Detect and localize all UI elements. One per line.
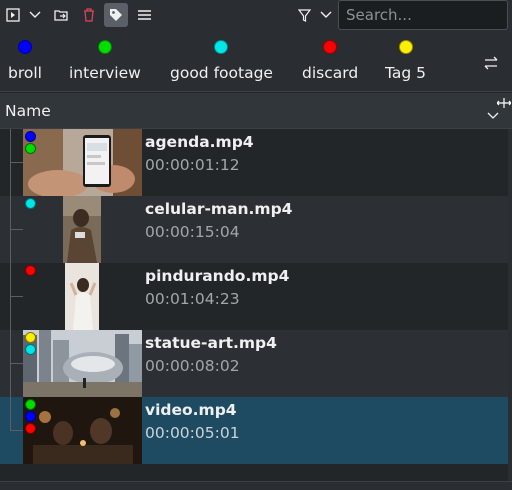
chevron-down-icon[interactable]	[27, 3, 43, 27]
tag-label: broll	[8, 64, 42, 82]
tag-dot	[25, 131, 36, 142]
tag-color-dot	[398, 40, 413, 54]
tag-dot	[25, 198, 36, 209]
file-name: statue-art.mp4	[145, 334, 277, 352]
tag-icon[interactable]	[104, 3, 128, 27]
tag-dot	[25, 332, 36, 343]
tag-dot	[25, 411, 36, 422]
tag-color-dot	[323, 40, 338, 54]
tag-label: interview	[69, 64, 141, 82]
tag-label: discard	[302, 64, 359, 82]
file-duration: 00:00:01:12	[145, 156, 240, 174]
tag-color-dot	[17, 40, 32, 54]
bottom-bar	[0, 481, 512, 490]
tag-dot	[25, 344, 36, 355]
tag-dot	[25, 143, 36, 154]
file-name: celular-man.mp4	[145, 200, 293, 218]
menu-icon[interactable]	[136, 3, 152, 27]
list-item-selected[interactable]: video.mp4 00:00:05:01	[0, 397, 508, 464]
tag-label: good footage	[170, 64, 273, 82]
tag-bar: broll interview good footage discard Tag…	[0, 32, 512, 92]
file-name: video.mp4	[145, 401, 237, 419]
list-item[interactable]: agenda.mp4 00:00:01:12	[0, 129, 508, 196]
tree-line	[10, 296, 24, 297]
add-folder-icon[interactable]	[4, 3, 22, 27]
delete-icon[interactable]	[80, 3, 98, 27]
column-header[interactable]: Name	[0, 93, 512, 129]
tag-dot	[25, 265, 36, 276]
tree-line	[10, 363, 24, 364]
import-icon[interactable]	[52, 3, 70, 27]
filter-icon[interactable]	[296, 3, 312, 27]
filter-chevron-down-icon[interactable]	[318, 3, 334, 27]
thumbnail	[23, 330, 142, 397]
tree-line	[10, 229, 24, 230]
list-item[interactable]: pindurando.mp4 00:01:04:23	[0, 263, 508, 330]
file-name: pindurando.mp4	[145, 267, 290, 285]
file-duration: 00:00:15:04	[145, 223, 240, 241]
tag-dot	[25, 423, 36, 434]
tag-good-footage[interactable]: good footage	[170, 40, 273, 82]
thumbnail	[23, 129, 142, 196]
thumbnail	[23, 263, 142, 330]
tag-color-dot	[97, 40, 112, 54]
tag-color-dot	[214, 40, 229, 54]
file-duration: 00:01:04:23	[145, 290, 240, 308]
file-duration: 00:00:08:02	[145, 357, 240, 375]
column-header-name[interactable]: Name	[5, 102, 51, 120]
toolbar: Search...	[0, 0, 512, 32]
tag-5[interactable]: Tag 5	[385, 40, 426, 82]
list-item[interactable]: celular-man.mp4 00:00:15:04	[0, 196, 508, 263]
tag-broll[interactable]: broll	[8, 40, 42, 82]
tree-line	[10, 430, 24, 431]
list-item[interactable]: statue-art.mp4 00:00:08:02	[0, 330, 508, 397]
tree-line	[10, 397, 11, 430]
resize-cursor-icon	[496, 93, 512, 112]
tag-dot	[25, 399, 36, 410]
tag-discard[interactable]: discard	[302, 40, 358, 82]
thumbnail	[23, 196, 142, 263]
file-list: agenda.mp4 00:00:01:12 celular-man.mp4 0…	[0, 129, 508, 481]
tree-line	[10, 162, 24, 163]
vertical-scrollbar[interactable]	[508, 129, 512, 481]
file-duration: 00:00:05:01	[145, 424, 240, 442]
tag-label: Tag 5	[385, 64, 427, 82]
file-name: agenda.mp4	[145, 133, 254, 151]
configure-tags-icon[interactable]	[483, 55, 499, 74]
search-input[interactable]: Search...	[338, 0, 508, 30]
tag-interview[interactable]: interview	[69, 40, 141, 82]
thumbnail	[23, 397, 142, 464]
